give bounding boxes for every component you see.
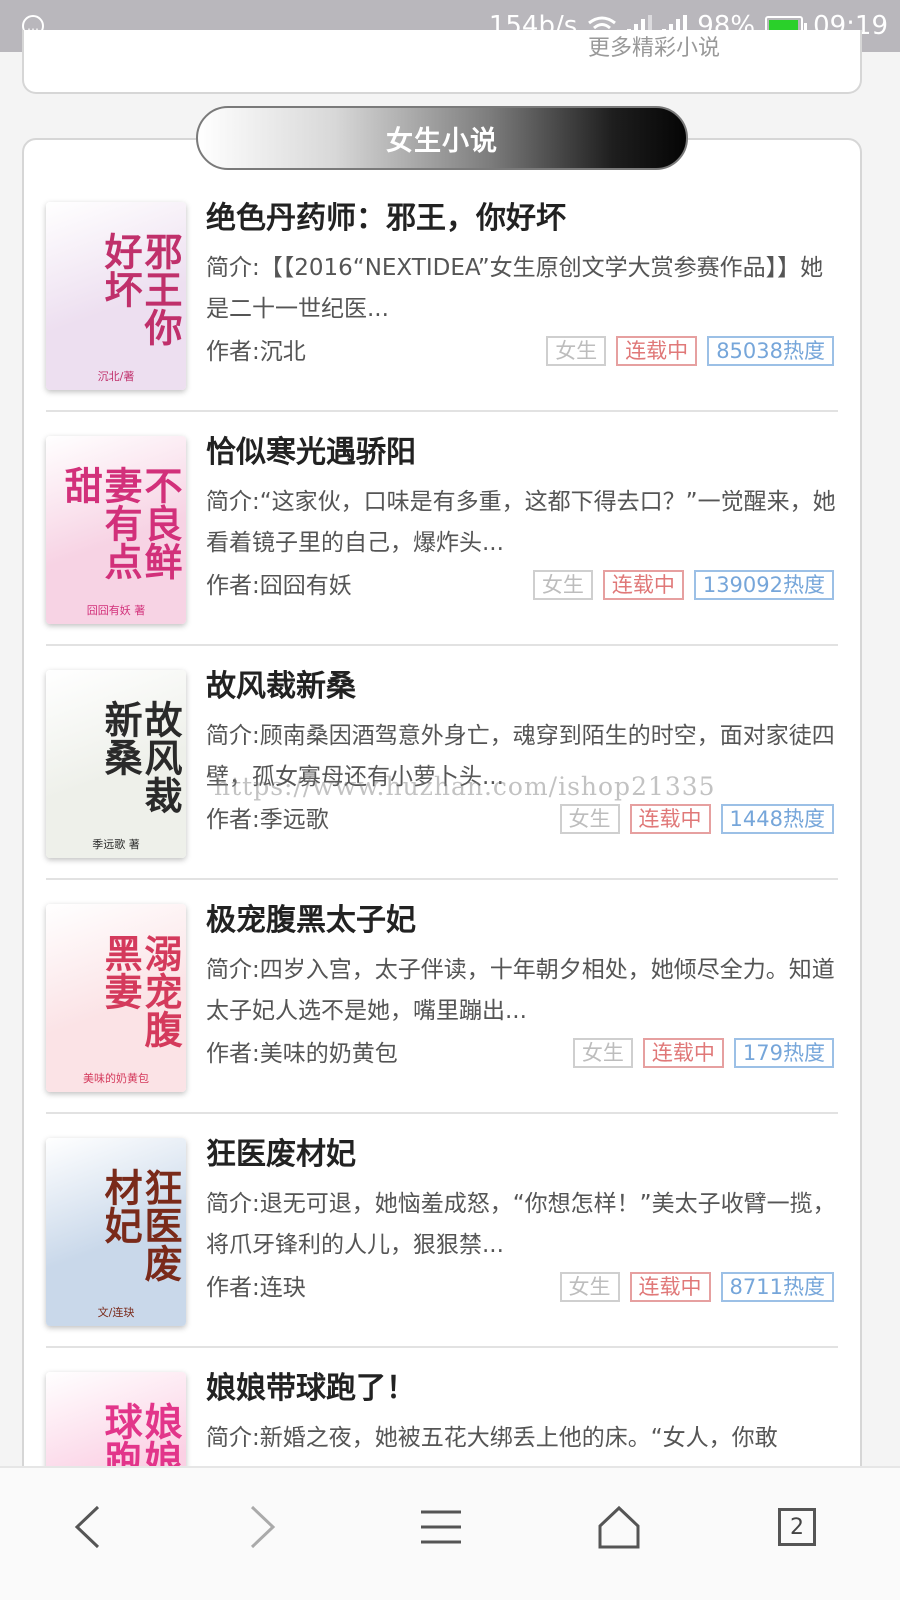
heat-tag: 1448热度	[720, 804, 834, 834]
gender-tag: 女生	[559, 804, 620, 834]
book-cover-author: 沉北/著	[97, 370, 135, 383]
book-cover[interactable]: 不良鲜妻有点甜 囧囧有妖 著	[46, 436, 186, 624]
more-link[interactable]: 更多精彩小说	[24, 30, 860, 62]
book-item[interactable]: 溺宠腹黑妻 美味的奶黄包 极宠腹黑太子妃 简介:四岁入宫，太子伴读，十年朝夕相处…	[46, 880, 838, 1114]
book-title[interactable]: 狂医废材妃	[206, 1132, 838, 1178]
chevron-left-icon	[74, 1505, 100, 1549]
status-tag: 连载中	[642, 1038, 724, 1068]
section-title: 女生小说	[196, 106, 688, 170]
heat-tag: 179热度	[733, 1038, 834, 1068]
book-intro: 简介:“这家伙，口味是有多重，这都下得去口？”一觉醒来，她看着镜子里的自己，爆炸…	[206, 489, 836, 556]
book-cover-title: 狂医废材妃	[98, 1168, 183, 1282]
forward-button[interactable]	[218, 1492, 308, 1562]
menu-button[interactable]	[396, 1492, 486, 1562]
book-cover[interactable]: 溺宠腹黑妻 美味的奶黄包	[46, 904, 186, 1092]
back-button[interactable]	[42, 1492, 132, 1562]
book-item[interactable]: 故风裁新桑 季远歌 著 故风裁新桑 简介:顾南桑因酒驾意外身亡，魂穿到陌生的时空…	[46, 646, 838, 880]
tabs-button[interactable]: 2	[752, 1492, 842, 1562]
book-cover-title: 邪王你好坏	[98, 232, 183, 346]
heat-tag: 8711热度	[720, 1272, 834, 1302]
status-tag: 连载中	[629, 804, 711, 834]
heat-tag: 139092热度	[693, 570, 834, 600]
book-cover[interactable]: 故风裁新桑 季远歌 著	[46, 670, 186, 858]
book-cover-title: 不良鲜妻有点甜	[58, 466, 183, 580]
status-tag: 连载中	[629, 1272, 711, 1302]
gender-tag: 女生	[559, 1272, 620, 1302]
gender-tag: 女生	[572, 1038, 633, 1068]
status-tag: 连载中	[602, 570, 684, 600]
book-title[interactable]: 极宠腹黑太子妃	[206, 898, 838, 944]
book-cover-author: 文/连玦	[97, 1306, 135, 1319]
book-cover-title: 故风裁新桑	[98, 700, 183, 814]
book-intro: 简介:退无可退，她恼羞成怒，“你想怎样！”美太子收臂一揽，将爪牙锋利的人儿，狠狠…	[206, 1191, 836, 1258]
book-cover-title: 溺宠腹黑妻	[98, 934, 183, 1048]
book-list: 邪王你好坏 沉北/著 绝色丹药师：邪王，你好坏 简介:【【2016“NEXTID…	[46, 178, 838, 1582]
book-item[interactable]: 狂医废材妃 文/连玦 狂医废材妃 简介:退无可退，她恼羞成怒，“你想怎样！”美太…	[46, 1114, 838, 1348]
book-intro: 简介:四岁入宫，太子伴读，十年朝夕相处，她倾尽全力。知道太子妃人选不是她，嘴里蹦…	[206, 957, 835, 1024]
book-title[interactable]: 恰似寒光遇骄阳	[206, 430, 838, 476]
gender-tag: 女生	[532, 570, 593, 600]
book-item[interactable]: 邪王你好坏 沉北/著 绝色丹药师：邪王，你好坏 简介:【【2016“NEXTID…	[46, 178, 838, 412]
book-cover[interactable]: 狂医废材妃 文/连玦	[46, 1138, 186, 1326]
book-cover-author: 季远歌 著	[92, 838, 140, 851]
chevron-right-icon	[250, 1505, 276, 1549]
book-title[interactable]: 绝色丹药师：邪王，你好坏	[206, 196, 838, 242]
book-title[interactable]: 娘娘带球跑了！	[206, 1366, 838, 1412]
book-cover-author: 美味的奶黄包	[83, 1072, 149, 1085]
previous-section-card: 更多精彩小说	[22, 30, 862, 94]
bottom-navigation: 2	[0, 1466, 900, 1600]
status-tag: 连载中	[616, 336, 698, 366]
gender-tag: 女生	[546, 336, 607, 366]
home-icon	[598, 1505, 640, 1549]
home-button[interactable]	[574, 1492, 664, 1562]
tab-count: 2	[778, 1508, 816, 1546]
book-intro: 简介:【【2016“NEXTIDEA”女生原创文学大赏参赛作品】】她是二十一世纪…	[206, 255, 824, 322]
heat-tag: 85038热度	[707, 336, 834, 366]
book-cover-author: 囧囧有妖 著	[86, 604, 146, 617]
book-cover[interactable]: 邪王你好坏 沉北/著	[46, 202, 186, 390]
watermark: https://www.huzhan.com/ishop21335	[214, 772, 716, 801]
book-item[interactable]: 不良鲜妻有点甜 囧囧有妖 著 恰似寒光遇骄阳 简介:“这家伙，口味是有多重，这都…	[46, 412, 838, 646]
book-title[interactable]: 故风裁新桑	[206, 664, 838, 710]
menu-icon	[421, 1510, 461, 1544]
